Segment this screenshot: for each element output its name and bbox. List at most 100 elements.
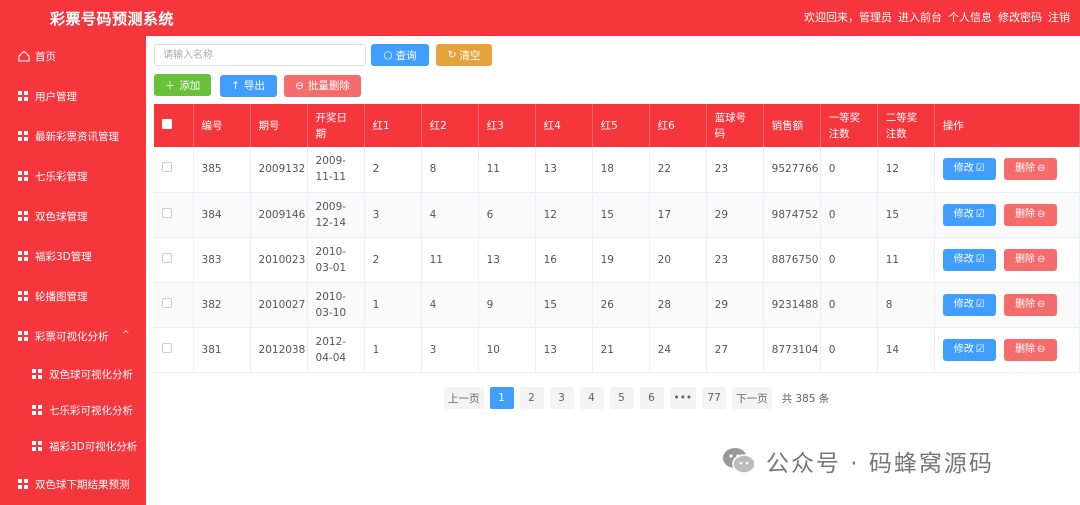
sidebar-subitem[interactable]: 双色球可视化分析: [0, 356, 146, 392]
page-button[interactable]: 5: [609, 387, 634, 409]
delete-button[interactable]: 删除 ⊖: [1003, 338, 1057, 361]
search-input[interactable]: [154, 44, 366, 66]
sidebar-item-label: 轮播图管理: [35, 290, 88, 303]
search-icon: ○: [383, 49, 393, 61]
app-title: 彩票号码预测系统: [50, 10, 175, 28]
table-cell: 13: [535, 147, 593, 193]
clear-button[interactable]: ↻ 清空: [436, 44, 492, 66]
delete-button[interactable]: 删除 ⊖: [1003, 248, 1057, 271]
table-cell: 3: [364, 192, 422, 238]
link-logout[interactable]: 注销: [1048, 9, 1070, 25]
table-cell: 17: [649, 192, 707, 238]
grid-icon: [18, 131, 28, 141]
page-button[interactable]: •••: [669, 387, 697, 409]
table-cell: 383: [193, 237, 251, 283]
edit-icon: ☑: [975, 163, 985, 175]
column-header: 红2: [421, 104, 479, 147]
add-button[interactable]: ＋添加: [154, 74, 211, 96]
sidebar-item-predict[interactable]: 双色球下期结果预测: [0, 464, 146, 504]
link-front[interactable]: 进入前台: [898, 9, 942, 25]
row-checkbox[interactable]: [162, 297, 172, 308]
column-header: 二等奖注数: [877, 104, 935, 147]
table-cell: 2009-11-11: [307, 147, 365, 193]
prev-page-button[interactable]: 上一页: [444, 387, 484, 409]
edit-button[interactable]: 修改 ☑: [942, 248, 996, 271]
grid-icon: [18, 331, 28, 341]
table-cell: 8: [877, 282, 935, 328]
sidebar-item[interactable]: 福彩3D管理: [0, 236, 146, 276]
row-checkbox[interactable]: [162, 162, 172, 173]
table-cell: 23: [706, 237, 764, 283]
table-cell: 15: [592, 192, 650, 238]
table-cell: 2010023: [250, 237, 308, 283]
sidebar-subitem-label: 七乐彩可视化分析: [49, 404, 133, 417]
sidebar-item[interactable]: 用户管理: [0, 76, 146, 116]
edit-button[interactable]: 修改 ☑: [942, 203, 996, 226]
query-button[interactable]: ○ 查询: [371, 44, 429, 66]
data-table: 编号 期号 开奖日期 红1 红2 红3 红4 红5 红6 蓝球号码 销售额 一等奖注数 二等奖注数 操作 …: [154, 104, 1080, 373]
row-checkbox[interactable]: [162, 252, 172, 263]
upload-icon: ↑: [231, 79, 240, 92]
table-cell: 15: [535, 282, 593, 328]
next-page-button[interactable]: 下一页: [732, 387, 772, 409]
table-cell: 1: [364, 327, 422, 373]
sidebar-item[interactable]: 最新彩票资讯管理: [0, 116, 146, 156]
table-cell: 9527766: [763, 147, 821, 193]
page-button[interactable]: 4: [579, 387, 604, 409]
table-cell: 9874752: [763, 192, 821, 238]
select-all-cell: [154, 104, 194, 147]
table-cell: 12: [535, 192, 593, 238]
column-header: 销售额: [763, 104, 821, 147]
home-icon: [18, 50, 30, 62]
page-button[interactable]: 6: [639, 387, 664, 409]
row-checkbox[interactable]: [162, 342, 172, 353]
minus-circle-icon: ⊖: [1037, 343, 1046, 355]
page-button[interactable]: 1: [489, 387, 514, 409]
select-cell: [154, 237, 194, 283]
actions-cell: 修改 ☑ 删除 ⊖: [934, 282, 1080, 328]
table-cell: 9: [478, 282, 536, 328]
sidebar-item-label: 用户管理: [35, 90, 77, 103]
table-header-row: 编号 期号 开奖日期 红1 红2 红3 红4 红5 红6 蓝球号码 销售额 一等奖注数 二等奖注数 操作: [154, 104, 1080, 147]
table-cell: 2010-03-01: [307, 237, 365, 283]
row-checkbox[interactable]: [162, 207, 172, 218]
sidebar-item[interactable]: 双色球管理: [0, 196, 146, 236]
table-cell: 16: [535, 237, 593, 283]
sidebar-item[interactable]: 七乐彩管理: [0, 156, 146, 196]
delete-button[interactable]: 删除 ⊖: [1003, 203, 1057, 226]
sidebar-subitem[interactable]: 福彩3D可视化分析: [0, 428, 146, 464]
sidebar-item-home[interactable]: 首页: [0, 36, 146, 76]
edit-button[interactable]: 修改 ☑: [942, 293, 996, 316]
table-cell: 2: [364, 237, 422, 283]
table-cell: 2012-04-04: [307, 327, 365, 373]
sidebar-item-label: 双色球管理: [35, 210, 88, 223]
wechat-icon: [723, 448, 756, 474]
table-cell: 8876750: [763, 237, 821, 283]
link-change-password[interactable]: 修改密码: [998, 9, 1042, 25]
batch-delete-button[interactable]: ⊖ 批量删除: [284, 74, 361, 97]
sidebar-group-visual[interactable]: 彩票可视化分析 ^: [0, 316, 146, 356]
clear-label: 清空: [459, 49, 481, 62]
edit-button[interactable]: 修改 ☑: [942, 338, 996, 361]
table-cell: 29: [706, 282, 764, 328]
grid-icon: [32, 369, 42, 379]
sidebar-item[interactable]: 轮播图管理: [0, 276, 146, 316]
table-cell: 12: [877, 147, 935, 193]
edit-label: 修改: [953, 253, 974, 265]
export-button[interactable]: ↑ 导出: [219, 74, 277, 97]
delete-button[interactable]: 删除 ⊖: [1003, 293, 1057, 316]
select-all-checkbox[interactable]: [162, 118, 172, 129]
page-button[interactable]: 77: [702, 387, 727, 409]
delete-button[interactable]: 删除 ⊖: [1003, 158, 1057, 181]
sidebar-item-label: 七乐彩管理: [35, 170, 88, 183]
page-button[interactable]: 3: [549, 387, 574, 409]
table-cell: 382: [193, 282, 251, 328]
table-cell: 4: [421, 282, 479, 328]
link-profile[interactable]: 个人信息: [948, 9, 992, 25]
table-row: 383 2010023 2010-03-01 2 11 13 16 19 20 23 8876750…: [154, 237, 1080, 283]
column-header: 蓝球号码: [706, 104, 764, 147]
minus-circle-icon: ⊖: [1037, 208, 1046, 220]
edit-button[interactable]: 修改 ☑: [942, 158, 996, 181]
sidebar-subitem[interactable]: 七乐彩可视化分析: [0, 392, 146, 428]
page-button[interactable]: 2: [519, 387, 544, 409]
